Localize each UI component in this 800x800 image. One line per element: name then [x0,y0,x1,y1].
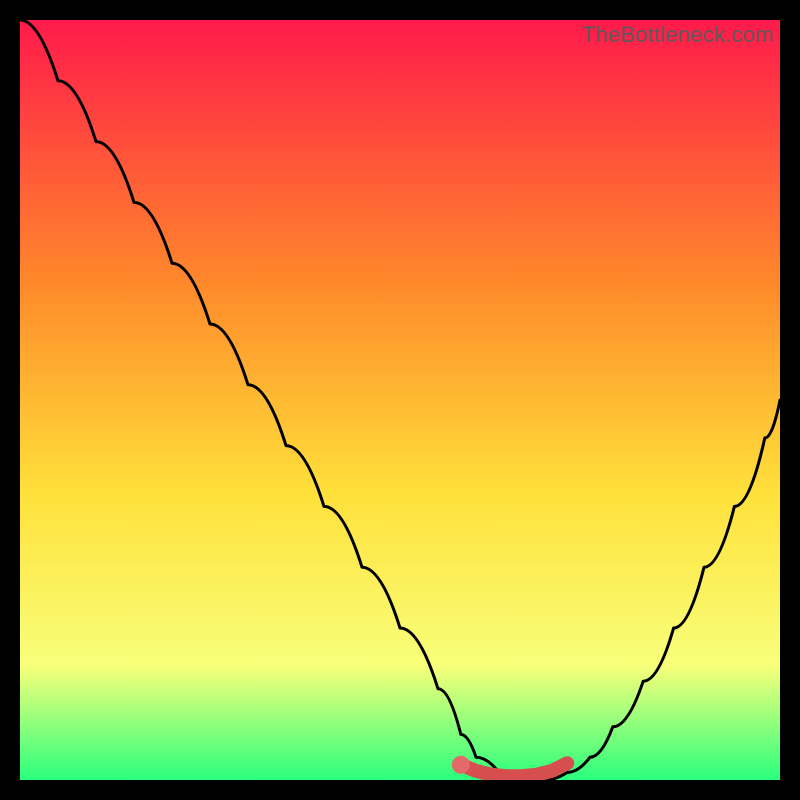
chart-frame: TheBottleneck.com [20,20,780,780]
gradient-background [20,20,780,780]
bottleneck-chart [20,20,780,780]
optimal-range-start-dot [452,756,470,774]
watermark-text: TheBottleneck.com [582,22,774,48]
